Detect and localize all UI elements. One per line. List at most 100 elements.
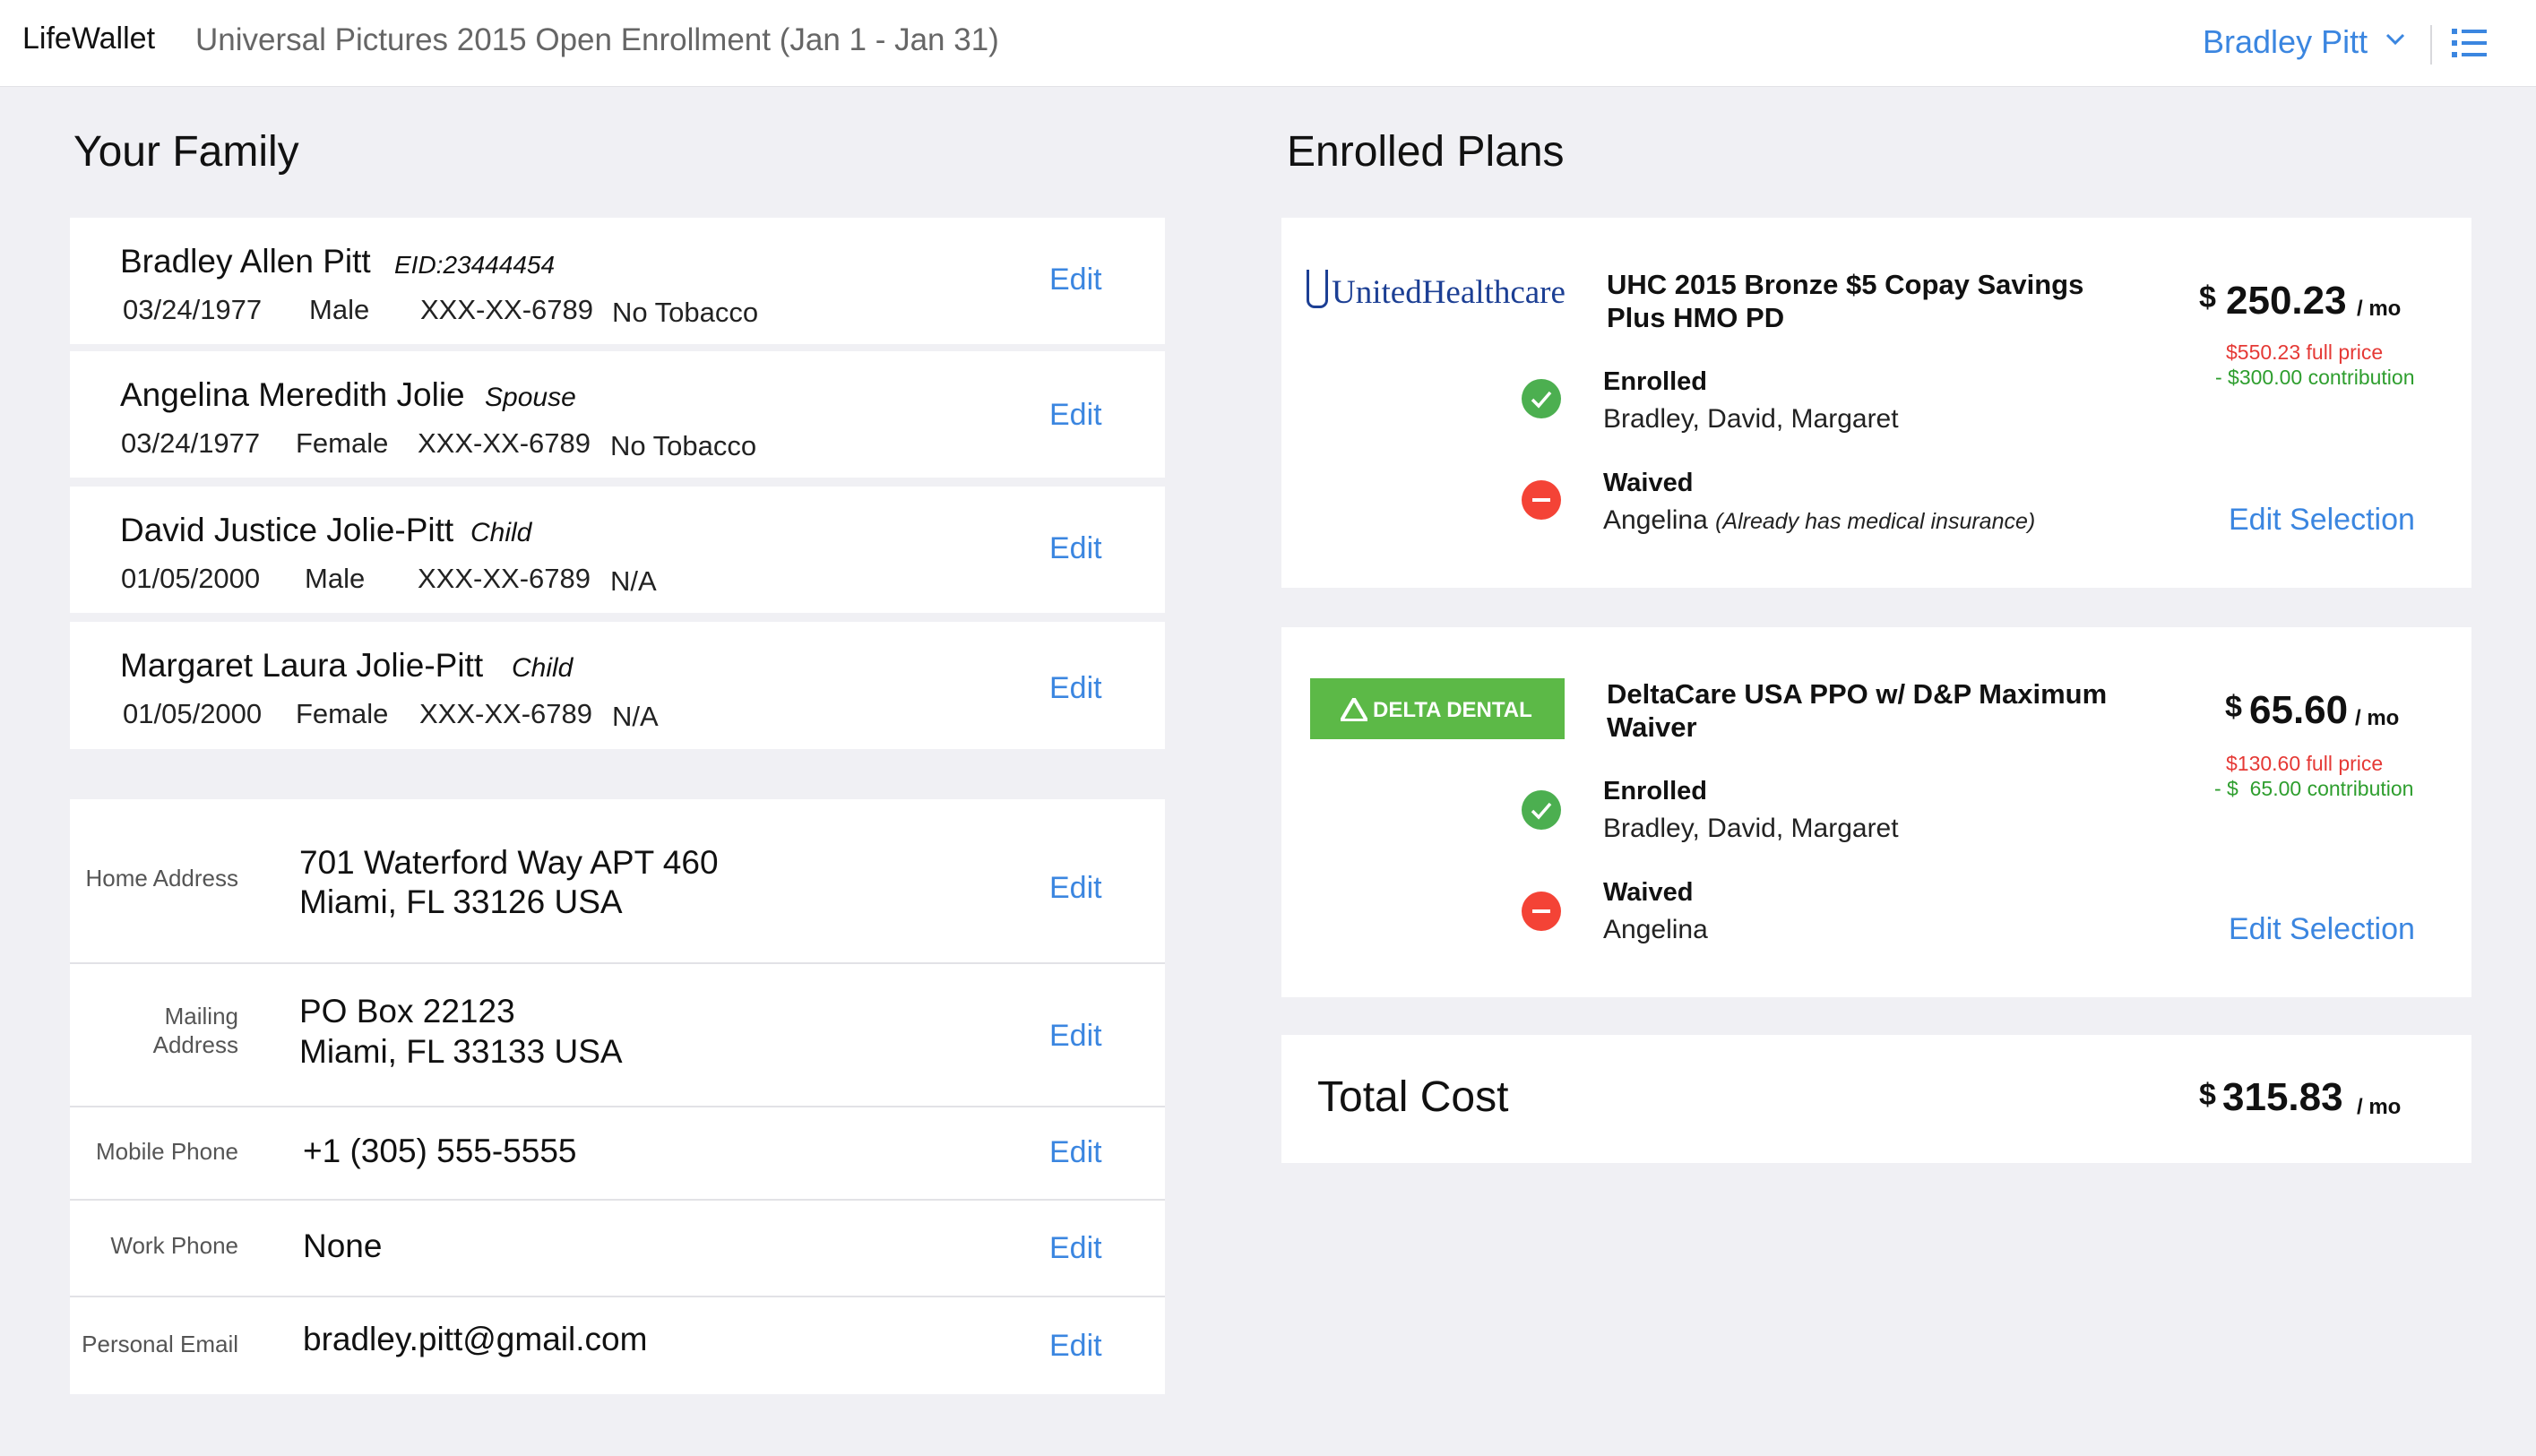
family-member-row: Bradley Allen Pitt EID:23444454 03/24/19… [70, 218, 1165, 344]
enrollment-title: Universal Pictures 2015 Open Enrollment … [195, 22, 999, 57]
price-period: / mo [2355, 706, 2400, 730]
mobile-phone-label: Mobile Phone [96, 1138, 238, 1165]
enrolled-members: Bradley, David, Margaret [1603, 404, 1899, 434]
edit-member-button[interactable]: Edit [1049, 531, 1102, 566]
list-menu-icon[interactable] [2451, 25, 2489, 61]
member-name: Bradley Allen Pitt [120, 243, 371, 280]
plan-name-line1: DeltaCare USA PPO w/ D&P Maximum [1607, 678, 2108, 710]
total-amount: 315.83 [2222, 1075, 2343, 1119]
mobile-phone-value: +1 (305) 555-5555 [303, 1133, 577, 1169]
user-menu[interactable]: Bradley Pitt [2203, 23, 2368, 61]
plan-name-line2: Waiver [1607, 711, 1697, 743]
member-role: Child [512, 653, 574, 683]
mailing-address-row: Mailing Address PO Box 22123 Miami, FL 3… [70, 964, 1165, 1106]
plans-section-title: Enrolled Plans [1287, 128, 1565, 176]
employer-contribution: - $300.00 contribution [2215, 366, 2415, 389]
waived-names: Angelina [1603, 505, 1708, 535]
member-dob: 01/05/2000 [123, 698, 263, 729]
waived-label: Waived [1603, 878, 1694, 907]
member-tobacco: N/A [612, 701, 659, 732]
logo-text: UnitedHealthcare [1332, 274, 1566, 311]
family-member-row: Margaret Laura Jolie-Pitt Child 01/05/20… [70, 622, 1165, 749]
edit-member-button[interactable]: Edit [1049, 398, 1102, 433]
member-name: Margaret Laura Jolie-Pitt [120, 647, 484, 684]
delta-dental-logo: DELTA DENTAL [1310, 678, 1565, 739]
member-ssn: XXX-XX-6789 [419, 698, 592, 729]
family-member-row: David Justice Jolie-Pitt Child 01/05/200… [70, 487, 1165, 613]
member-ssn: XXX-XX-6789 [418, 563, 591, 594]
price-currency: $ [2225, 690, 2242, 724]
work-phone-label: Work Phone [110, 1232, 238, 1259]
member-tobacco: No Tobacco [610, 430, 757, 461]
enrolled-label: Enrolled [1603, 367, 1708, 396]
work-phone-row: Work Phone None Edit [70, 1201, 1165, 1296]
waived-members: Angelina [1603, 915, 1708, 944]
plan-price: 250.23 [2226, 279, 2347, 323]
member-tobacco: N/A [610, 565, 657, 597]
edit-member-button[interactable]: Edit [1049, 263, 1102, 297]
enrolled-members: Bradley, David, Margaret [1603, 814, 1899, 843]
member-dob: 03/24/1977 [121, 427, 261, 459]
check-circle-icon [1522, 379, 1561, 418]
full-price: $130.60 full price [2226, 752, 2384, 775]
edit-selection-button[interactable]: Edit Selection [2229, 503, 2415, 538]
logo-text: DELTA DENTAL [1373, 698, 1532, 722]
home-address-row: Home Address 701 Waterford Way APT 460 M… [70, 799, 1165, 962]
home-address-label: Home Address [85, 865, 238, 892]
family-member-row: Angelina Meredith Jolie Spouse 03/24/197… [70, 351, 1165, 478]
edit-home-address-button[interactable]: Edit [1049, 871, 1102, 906]
edit-mailing-address-button[interactable]: Edit [1049, 1019, 1102, 1054]
home-address-line2: Miami, FL 33126 USA [299, 883, 623, 920]
mailing-address-line1: PO Box 22123 [299, 993, 515, 1030]
check-circle-icon [1522, 790, 1561, 830]
member-gender: Male [309, 294, 370, 325]
edit-work-phone-button[interactable]: Edit [1049, 1231, 1102, 1266]
full-price: $550.23 full price [2226, 340, 2384, 364]
member-role: Spouse [485, 383, 576, 412]
member-gender: Male [305, 563, 366, 594]
plan-card: UnitedHealthcare UHC 2015 Bronze $5 Copa… [1281, 218, 2471, 588]
personal-email-value: bradley.pitt@gmail.com [303, 1321, 648, 1357]
mailing-address-label: Mailing Address [153, 1002, 238, 1059]
total-cost-card: Total Cost $ 315.83 / mo [1281, 1035, 2471, 1163]
family-section-title: Your Family [73, 128, 299, 176]
mailing-label-line1: Mailing [164, 1003, 238, 1030]
waived-note: (Already has medical insurance) [1715, 509, 2036, 534]
edit-selection-button[interactable]: Edit Selection [2229, 912, 2415, 947]
plan-card: DELTA DENTAL DeltaCare USA PPO w/ D&P Ma… [1281, 627, 2471, 997]
edit-personal-email-button[interactable]: Edit [1049, 1329, 1102, 1364]
minus-circle-icon [1522, 480, 1561, 520]
member-role: Child [470, 518, 532, 547]
member-name: Angelina Meredith Jolie [120, 376, 465, 413]
total-period: / mo [2357, 1095, 2402, 1119]
plan-name-line1: UHC 2015 Bronze $5 Copay Savings [1607, 269, 2084, 300]
member-gender: Female [296, 698, 389, 729]
divider [2430, 25, 2432, 65]
member-ssn: XXX-XX-6789 [418, 427, 591, 459]
employer-contribution: - $ 65.00 contribution [2214, 777, 2414, 800]
member-name: David Justice Jolie-Pitt [120, 512, 454, 548]
waived-label: Waived [1603, 469, 1694, 497]
waived-members: Angelina (Already has medical insurance) [1603, 505, 2035, 536]
delta-triangle-icon [1341, 698, 1367, 721]
plan-name-line2: Plus HMO PD [1607, 302, 1785, 333]
plan-name: UHC 2015 Bronze $5 Copay Savings Plus HM… [1607, 268, 2109, 334]
price-currency: $ [2199, 280, 2216, 314]
home-address-line1: 701 Waterford Way APT 460 [299, 844, 719, 881]
personal-email-row: Personal Email bradley.pitt@gmail.com Ed… [70, 1297, 1165, 1394]
mailing-label-line2: Address [152, 1031, 238, 1058]
edit-member-button[interactable]: Edit [1049, 671, 1102, 706]
top-bar: LifeWallet Universal Pictures 2015 Open … [0, 0, 2536, 87]
member-gender: Female [296, 427, 389, 459]
edit-mobile-phone-button[interactable]: Edit [1049, 1135, 1102, 1170]
chevron-down-icon[interactable] [2385, 32, 2405, 47]
total-cost-label: Total Cost [1317, 1073, 1509, 1121]
total-currency: $ [2199, 1078, 2216, 1112]
brand-logo[interactable]: LifeWallet [22, 22, 155, 56]
member-ssn: XXX-XX-6789 [420, 294, 593, 325]
personal-email-label: Personal Email [82, 1331, 238, 1357]
minus-circle-icon [1522, 892, 1561, 931]
member-dob: 03/24/1977 [123, 294, 263, 325]
price-period: / mo [2357, 297, 2402, 321]
enrolled-label: Enrolled [1603, 777, 1708, 806]
